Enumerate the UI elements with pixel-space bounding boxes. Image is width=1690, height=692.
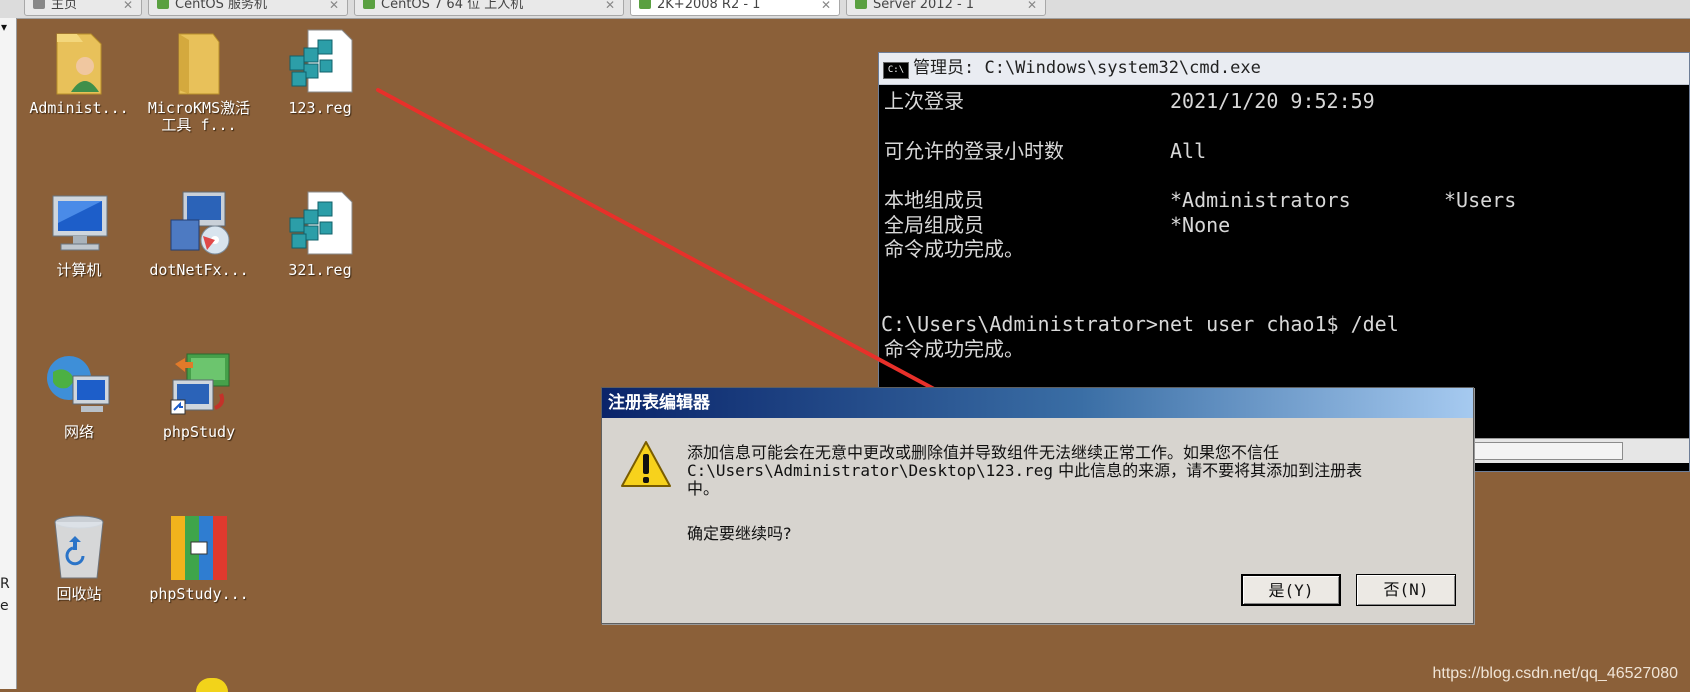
cmd-horizontal-scrollbar[interactable] — [1469, 438, 1689, 463]
computer-icon — [43, 188, 115, 260]
cmd-line-label: 全局组成员 — [884, 213, 984, 237]
cmd-title-bar[interactable]: C:\ 管理员: C:\Windows\system32\cmd.exe — [879, 53, 1689, 85]
cmd-icon: C:\ — [883, 62, 909, 79]
tab-centos-server[interactable]: CentOS 服务机 ✕ — [148, 0, 348, 16]
user-folder-icon — [43, 26, 115, 98]
close-icon[interactable]: ✕ — [123, 0, 133, 15]
network-icon — [43, 350, 115, 422]
tab-label: CentOS 7 64 位 上人机 — [381, 0, 524, 12]
desktop-icon-microkms[interactable]: MicroKMS激活工具 f... — [144, 26, 254, 134]
chevron-down-icon[interactable]: ▾ — [1, 20, 7, 34]
cmd-line-value: *Administrators — [1170, 188, 1351, 212]
home-icon — [33, 0, 45, 9]
no-button[interactable]: 否(N) — [1356, 574, 1456, 606]
vm-library-pane: ▾ R e — [0, 18, 17, 689]
tab-home[interactable]: 主页 ✕ — [24, 0, 142, 16]
registry-file-icon — [284, 26, 356, 98]
cmd-line-value: *Users — [1444, 188, 1517, 212]
desktop-icon-321-reg[interactable]: 321.reg — [265, 188, 375, 279]
desktop-icon-phpstudy[interactable]: phpStudy — [144, 350, 254, 441]
yes-button[interactable]: 是(Y) — [1241, 574, 1341, 606]
pane-text: R — [0, 576, 10, 592]
message-line: 中。 — [687, 479, 720, 498]
tab-centos-7[interactable]: CentOS 7 64 位 上人机 ✕ — [354, 0, 624, 16]
tab-server-2012[interactable]: Server 2012 - 1 ✕ — [846, 0, 1046, 16]
shortcut-icon — [163, 350, 235, 422]
desktop-icon-recycle-bin[interactable]: 回收站 — [24, 512, 134, 603]
icon-label: phpStudy... — [149, 585, 249, 603]
message-text: 中此信息的来源，请不要将其添加到注册表 — [1053, 461, 1363, 480]
cmd-line-label: 上次登录 — [884, 89, 964, 113]
registry-editor-dialog[interactable]: 注册表编辑器 添加信息可能会在无意中更改或删除值并导致组件无法继续正常工作。如果… — [601, 387, 1474, 624]
dialog-question: 确定要继续吗? — [687, 524, 792, 543]
vm-icon — [639, 0, 651, 9]
vm-icon — [157, 0, 169, 9]
registry-file-icon — [284, 188, 356, 260]
installer-icon — [163, 188, 235, 260]
icon-label: 网络 — [63, 423, 94, 441]
message-line: 添加信息可能会在无意中更改或删除值并导致组件无法继续正常工作。如果您不信任 — [687, 443, 1280, 462]
cmd-line-value: 2021/1/20 9:52:59 — [1170, 89, 1375, 113]
tab-label: 主页 — [51, 0, 78, 12]
icon-label: 321.reg — [288, 261, 352, 279]
tab-2008-r2[interactable]: 2K+2008 R2 - 1 ✕ — [630, 0, 840, 16]
archive-icon — [163, 512, 235, 584]
folder-icon — [163, 26, 235, 98]
cmd-line-label: 本地组成员 — [884, 188, 984, 212]
cmd-line-value: *None — [1170, 213, 1231, 237]
close-icon[interactable]: ✕ — [821, 0, 831, 15]
cmd-title: 管理员: C:\Windows\system32\cmd.exe — [913, 58, 1261, 78]
desktop-icon-123-reg[interactable]: 123.reg — [265, 26, 375, 117]
icon-label: Administ... — [29, 99, 129, 117]
icon-label: 回收站 — [56, 585, 102, 603]
cmd-line-label: 命令成功完成。 — [884, 237, 1024, 261]
icon-label: MicroKMS激活工具 f... — [147, 99, 251, 134]
vm-icon — [363, 0, 375, 9]
desktop-icon-administrator[interactable]: Administ... — [24, 26, 134, 117]
tab-label: 2K+2008 R2 - 1 — [657, 0, 761, 12]
dialog-message: 添加信息可能会在无意中更改或删除值并导致组件无法继续正常工作。如果您不信任 C:… — [687, 444, 1467, 498]
desktop-icon-phpstudy-archive[interactable]: phpStudy... — [144, 512, 254, 603]
scrollbar-thumb[interactable] — [1471, 442, 1623, 460]
close-icon[interactable]: ✕ — [605, 0, 615, 15]
message-line: C:\Users\Administrator\Desktop\123.reg 中… — [687, 462, 1467, 480]
watermark: https://blog.csdn.net/qq_46527080 — [1432, 665, 1678, 682]
warning-icon — [620, 440, 672, 488]
icon-label: dotNetFx... — [149, 261, 249, 279]
close-icon[interactable]: ✕ — [329, 0, 339, 15]
cmd-command-line: C:\Users\Administrator>net user chao1$ /… — [881, 312, 1399, 336]
desktop-icon-network[interactable]: 网络 — [24, 350, 134, 441]
vm-icon — [855, 0, 867, 9]
recycle-bin-icon — [43, 512, 115, 584]
pane-text: e — [0, 598, 9, 614]
icon-label: phpStudy — [162, 423, 236, 441]
desktop-icon-dotnetfx[interactable]: dotNetFx... — [144, 188, 254, 279]
vm-tab-bar: 主页 ✕ CentOS 服务机 ✕ CentOS 7 64 位 上人机 ✕ 2K… — [0, 0, 1690, 19]
partial-desktop-icon — [196, 678, 228, 692]
cmd-line-label: 可允许的登录小时数 — [884, 139, 1064, 163]
cmd-line-value: All — [1170, 139, 1207, 163]
icon-label: 计算机 — [56, 261, 102, 279]
desktop-icon-computer[interactable]: 计算机 — [24, 188, 134, 279]
cmd-line-label: 命令成功完成。 — [884, 337, 1024, 361]
dialog-title[interactable]: 注册表编辑器 — [602, 388, 1473, 418]
close-icon[interactable]: ✕ — [1027, 0, 1037, 15]
icon-label: 123.reg — [288, 99, 352, 117]
tab-label: Server 2012 - 1 — [873, 0, 975, 12]
reg-file-path: C:\Users\Administrator\Desktop\123.reg — [687, 461, 1054, 480]
tab-label: CentOS 服务机 — [175, 0, 268, 12]
